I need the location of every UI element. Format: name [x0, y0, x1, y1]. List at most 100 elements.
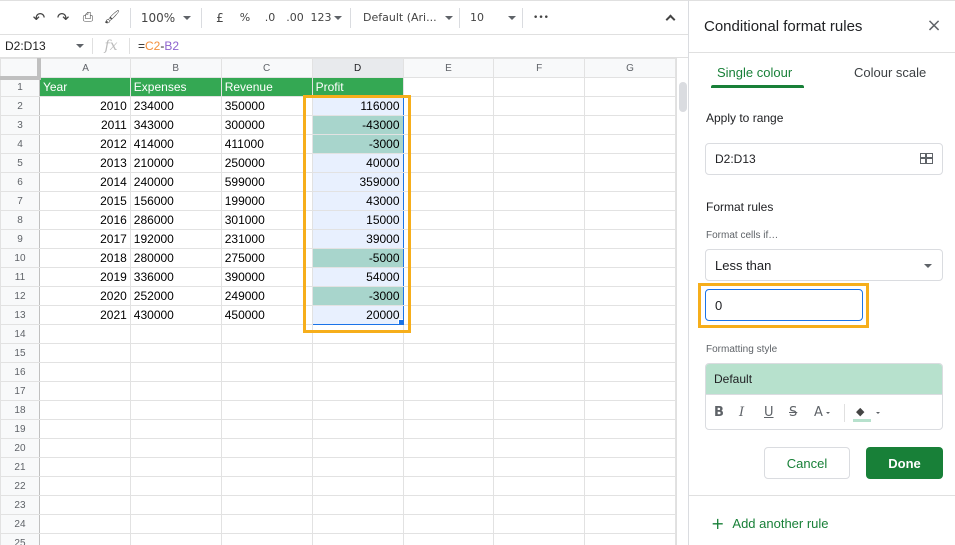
empty-cell[interactable] — [584, 210, 676, 230]
year-cell[interactable]: 2010 — [38, 96, 131, 116]
column-header-g[interactable]: G — [584, 58, 676, 78]
done-button[interactable]: Done — [866, 447, 943, 479]
revenue-cell[interactable]: 390000 — [220, 267, 313, 287]
year-cell[interactable]: 2014 — [38, 172, 131, 192]
empty-cell[interactable] — [220, 495, 313, 515]
empty-cell[interactable] — [129, 343, 222, 363]
empty-cell[interactable] — [220, 514, 313, 534]
font-select[interactable]: Default (Ari... — [357, 6, 453, 30]
empty-cell[interactable] — [493, 210, 586, 230]
row-header[interactable]: 10 — [0, 248, 40, 268]
select-range-icon[interactable] — [920, 153, 933, 164]
empty-cell[interactable] — [402, 438, 495, 458]
empty-cell[interactable] — [584, 457, 676, 477]
expenses-cell[interactable]: 430000 — [129, 305, 222, 325]
row-header[interactable]: 14 — [0, 324, 40, 344]
empty-cell[interactable] — [129, 419, 222, 439]
row-header[interactable]: 9 — [0, 229, 40, 249]
more-formats-button[interactable]: 123 — [308, 6, 344, 30]
empty-cell[interactable] — [402, 286, 495, 306]
empty-cell[interactable] — [493, 400, 586, 420]
row-header[interactable]: 17 — [0, 381, 40, 401]
revenue-cell[interactable]: 300000 — [220, 115, 313, 135]
row-header[interactable]: 7 — [0, 191, 40, 211]
year-cell[interactable]: 2019 — [38, 267, 131, 287]
profit-cell[interactable]: 39000 — [311, 229, 404, 249]
empty-cell[interactable] — [402, 153, 495, 173]
empty-cell[interactable] — [129, 381, 222, 401]
percent-format-button[interactable]: % — [232, 6, 258, 30]
empty-cell[interactable] — [493, 533, 586, 545]
row-header[interactable]: 24 — [0, 514, 40, 534]
empty-cell[interactable] — [311, 400, 404, 420]
empty-cell[interactable] — [493, 514, 586, 534]
empty-cell[interactable] — [493, 343, 586, 363]
empty-cell[interactable] — [220, 419, 313, 439]
empty-cell[interactable] — [129, 362, 222, 382]
empty-cell[interactable] — [584, 286, 676, 306]
empty-cell[interactable] — [493, 438, 586, 458]
empty-cell[interactable] — [493, 495, 586, 515]
empty-cell[interactable] — [38, 495, 131, 515]
year-cell[interactable]: 2013 — [38, 153, 131, 173]
expenses-cell[interactable]: 252000 — [129, 286, 222, 306]
column-header-d[interactable]: D — [311, 58, 404, 78]
empty-cell[interactable] — [402, 248, 495, 268]
profit-cell[interactable]: 359000 — [311, 172, 404, 192]
row-header[interactable]: 2 — [0, 96, 40, 116]
row-header[interactable]: 20 — [0, 438, 40, 458]
empty-cell[interactable] — [493, 172, 586, 192]
empty-cell[interactable] — [493, 324, 586, 344]
zoom-select[interactable]: 100% — [137, 6, 195, 30]
condition-select[interactable]: Less than — [705, 249, 943, 281]
tab-colour-scale[interactable]: Colour scale — [854, 65, 926, 80]
text-color-button[interactable]: A — [814, 405, 844, 420]
add-another-rule-button[interactable]: + Add another rule — [711, 514, 829, 533]
italic-button[interactable]: I — [739, 405, 764, 420]
row-header[interactable]: 16 — [0, 362, 40, 382]
column-header-e[interactable]: E — [402, 58, 495, 78]
paint-format-button[interactable]: 🖌 — [100, 6, 124, 30]
revenue-cell[interactable]: 250000 — [220, 153, 313, 173]
empty-cell[interactable] — [129, 457, 222, 477]
revenue-cell[interactable]: 231000 — [220, 229, 313, 249]
empty-cell[interactable] — [402, 229, 495, 249]
empty-cell[interactable] — [402, 324, 495, 344]
year-cell[interactable]: 2012 — [38, 134, 131, 154]
empty-cell[interactable] — [311, 381, 404, 401]
empty-cell[interactable] — [493, 229, 586, 249]
profit-cell[interactable]: 15000 — [311, 210, 404, 230]
empty-cell[interactable] — [402, 343, 495, 363]
empty-cell[interactable] — [584, 343, 676, 363]
empty-cell[interactable] — [38, 533, 131, 545]
empty-cell[interactable] — [311, 343, 404, 363]
empty-cell[interactable] — [584, 419, 676, 439]
empty-cell[interactable] — [311, 324, 404, 344]
row-header[interactable]: 23 — [0, 495, 40, 515]
cancel-button[interactable]: Cancel — [764, 447, 850, 479]
empty-cell[interactable] — [402, 305, 495, 325]
empty-cell[interactable] — [584, 514, 676, 534]
empty-cell[interactable] — [311, 419, 404, 439]
empty-cell[interactable] — [493, 381, 586, 401]
empty-cell[interactable] — [129, 438, 222, 458]
fill-color-button[interactable]: ◆ — [853, 403, 873, 423]
empty-cell[interactable] — [402, 476, 495, 496]
year-cell[interactable]: 2018 — [38, 248, 131, 268]
empty-cell[interactable] — [311, 457, 404, 477]
empty-cell[interactable] — [129, 324, 222, 344]
empty-cell[interactable] — [311, 514, 404, 534]
column-header-c[interactable]: C — [220, 58, 313, 78]
empty-cell[interactable] — [493, 419, 586, 439]
select-all-corner[interactable] — [0, 58, 42, 80]
empty-cell[interactable] — [220, 343, 313, 363]
empty-cell[interactable] — [129, 533, 222, 545]
increase-decimal-button[interactable]: .00 — [282, 6, 308, 30]
condition-value-input[interactable]: 0 — [705, 289, 863, 321]
profit-cell[interactable]: 40000 — [311, 153, 404, 173]
expenses-cell[interactable]: 240000 — [129, 172, 222, 192]
row-header[interactable]: 5 — [0, 153, 40, 173]
empty-cell[interactable] — [38, 438, 131, 458]
empty-cell[interactable] — [402, 77, 495, 97]
vertical-scrollbar[interactable] — [676, 58, 688, 545]
